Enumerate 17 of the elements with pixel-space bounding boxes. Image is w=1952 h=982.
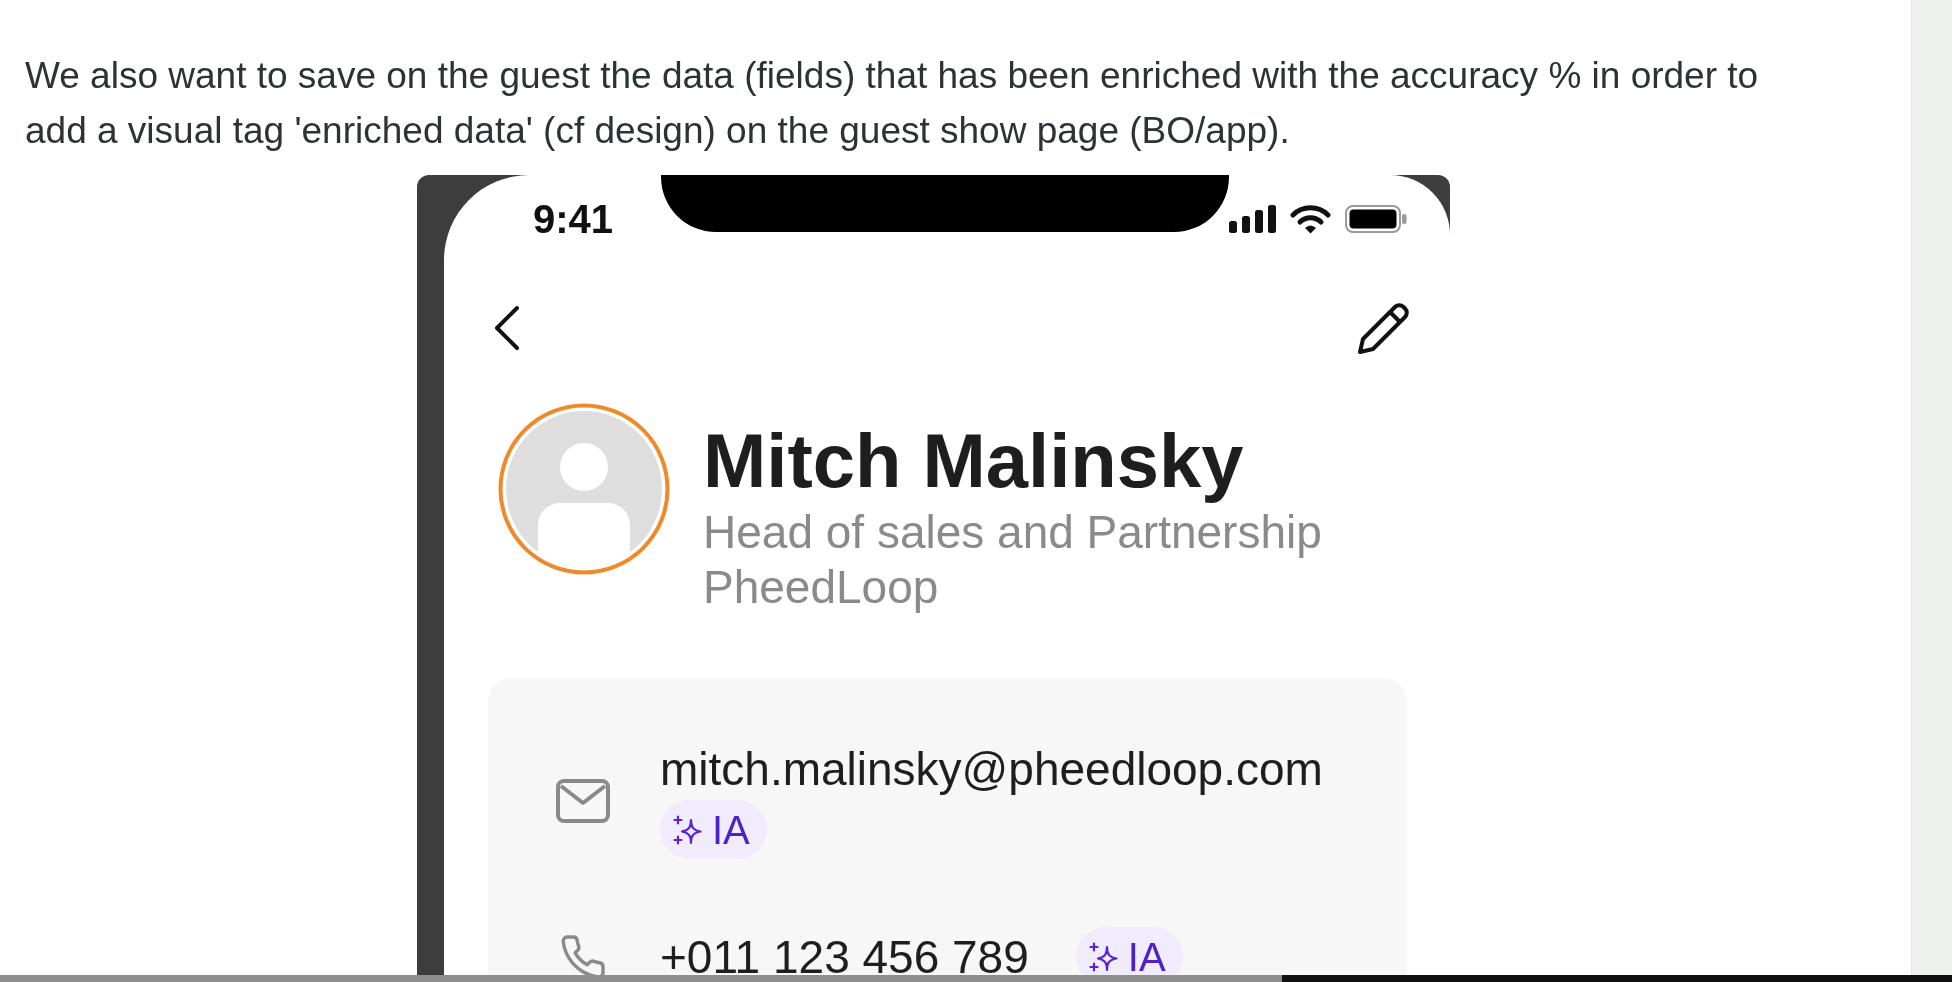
wifi-icon (1290, 204, 1331, 234)
phone-number: +011 123 456 789 (660, 930, 1029, 975)
tag-label: IA (1127, 933, 1166, 975)
job-title: Head of sales and Partnership (703, 505, 1322, 560)
chevron-left-icon[interactable] (494, 305, 520, 351)
envelope-icon (556, 779, 610, 823)
status-time: 9:41 (533, 196, 614, 243)
description-text: We also want to save on the guest the data (fields) that has been enriched with the accuracy % in order to add a visual tag 'enriched data' (cf design) on the guest show page (BO/app). (25, 54, 1760, 153)
tag-label: IA (712, 806, 750, 853)
signal-icon (1229, 205, 1276, 233)
battery-icon (1345, 205, 1407, 233)
email-address: mitch.malinsky@pheedloop.com (660, 743, 1323, 795)
company-name: PheedLoop (703, 560, 940, 615)
contact-name: Mitch Malinsky (703, 417, 1245, 505)
sparkle-icon (673, 814, 703, 845)
sparkle-icon (1088, 941, 1119, 972)
avatar-icon (498, 403, 670, 575)
